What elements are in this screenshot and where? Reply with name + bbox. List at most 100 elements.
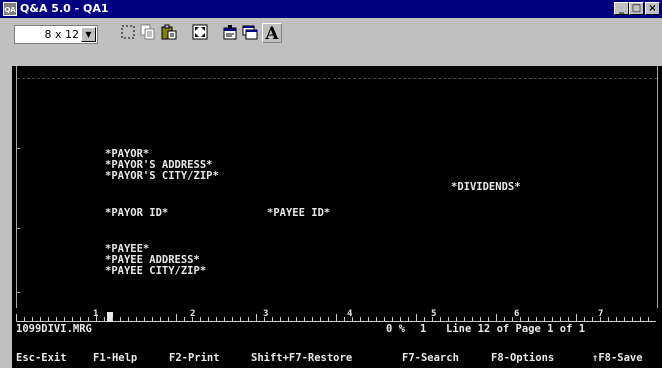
ruler-tick — [584, 317, 585, 321]
page-edge-mark — [16, 292, 20, 293]
f8-options-key[interactable]: F8-Options — [491, 353, 554, 364]
ruler-tick — [568, 317, 569, 321]
line-position-label: Line 12 of Page 1 of 1 — [446, 323, 586, 335]
ruler-tick — [288, 317, 289, 321]
ruler-tick — [632, 317, 633, 321]
ruler-tick — [528, 317, 529, 321]
ruler-tick — [536, 317, 537, 321]
font-size-value: 8 x 12 — [44, 28, 80, 41]
font-button[interactable]: A — [262, 23, 282, 44]
ruler-tick — [560, 317, 561, 321]
ruler-tick — [240, 317, 241, 321]
ruler-tick — [64, 317, 65, 321]
page-edge-mark — [16, 228, 20, 229]
percent-value: 1 — [420, 323, 427, 335]
minimize-button[interactable]: _ — [614, 2, 629, 15]
background-button[interactable] — [240, 23, 260, 43]
maximize-button[interactable]: □ — [629, 2, 644, 15]
ruler-tick — [40, 317, 41, 321]
ruler-tick — [600, 317, 601, 321]
ruler-tick — [128, 317, 129, 321]
ruler-tick — [488, 317, 489, 321]
ruler-number: 6 — [514, 309, 520, 319]
ruler-tick — [320, 317, 321, 321]
ruler-tick — [96, 314, 97, 321]
ruler-tick — [24, 317, 25, 321]
ruler-tick — [144, 317, 145, 321]
ruler-tick — [264, 317, 265, 321]
mark-button[interactable] — [118, 23, 138, 43]
fullscreen-button[interactable] — [190, 23, 210, 43]
ruler-tick — [480, 317, 481, 321]
ruler-tick — [16, 314, 17, 321]
copy-button[interactable] — [138, 23, 158, 43]
ruler-tick — [368, 317, 369, 321]
window-title: Q&A 5.0 - QA1 — [20, 2, 109, 15]
fullscreen-icon — [192, 24, 208, 40]
ruler-tick — [616, 317, 617, 321]
ruler-tick — [456, 317, 457, 321]
properties-button[interactable] — [220, 23, 240, 43]
ruler-tick — [216, 317, 217, 321]
ruler-tick — [112, 317, 113, 321]
toolbar: 8 x 12 ▼ A — [0, 18, 662, 66]
payor-city-zip-field[interactable]: *PAYOR'S CITY/ZIP* — [105, 171, 219, 182]
ruler-tick — [464, 317, 465, 321]
ruler-tick — [48, 317, 49, 321]
ruler-tick — [608, 317, 609, 321]
title-bar: QA Q&A 5.0 - QA1 _ □ × — [0, 0, 662, 18]
dividends-field[interactable]: *DIVIDENDS* — [451, 182, 521, 193]
ruler-tick — [416, 314, 417, 321]
ruler-tick — [32, 317, 33, 321]
ruler-tick — [552, 317, 553, 321]
ruler-tick — [160, 317, 161, 321]
shift-f7-restore-key[interactable]: Shift+F7-Restore — [251, 353, 352, 364]
ruler-tick — [248, 317, 249, 321]
ruler-tick — [88, 317, 89, 321]
f1-help-key[interactable]: F1-Help — [93, 353, 137, 364]
document-screen[interactable]: *PAYOR* *PAYOR'S ADDRESS* *PAYOR'S CITY/… — [12, 66, 662, 368]
font-size-select[interactable]: 8 x 12 ▼ — [14, 25, 98, 44]
ruler-tick — [256, 314, 257, 321]
properties-icon — [223, 25, 237, 40]
app-icon[interactable]: QA — [3, 2, 17, 16]
payor-id-field[interactable]: *PAYOR ID* — [105, 208, 168, 219]
ruler-tick — [624, 317, 625, 321]
paste-button[interactable] — [159, 23, 179, 43]
ruler-tick — [544, 317, 545, 321]
ruler-tick — [496, 314, 497, 321]
ruler-tick — [384, 317, 385, 321]
ruler-tick — [136, 317, 137, 321]
ruler-tick — [312, 317, 313, 321]
ruler-tick — [328, 317, 329, 321]
shift-f8-save-key[interactable]: ↑F8-Save — [592, 353, 643, 364]
ruler-tick — [472, 317, 473, 321]
payee-city-zip-field[interactable]: *PAYEE CITY/ZIP* — [105, 266, 206, 277]
ruler-tick — [200, 317, 201, 321]
ruler-tick — [392, 317, 393, 321]
ruler-tick — [272, 317, 273, 321]
esc-exit-key[interactable]: Esc-Exit — [16, 353, 67, 364]
close-button[interactable]: × — [645, 2, 660, 15]
ruler-tick — [648, 317, 649, 321]
ruler-tick — [120, 317, 121, 321]
ruler-tick — [152, 317, 153, 321]
ruler-tick — [440, 317, 441, 321]
chevron-down-icon[interactable]: ▼ — [81, 27, 96, 42]
ruler-tick — [56, 317, 57, 321]
f2-print-key[interactable]: F2-Print — [169, 353, 220, 364]
payee-id-field[interactable]: *PAYEE ID* — [267, 208, 330, 219]
percent-label: 0 % — [386, 323, 405, 335]
f7-search-key[interactable]: F7-Search — [402, 353, 459, 364]
ruler-tick — [408, 317, 409, 321]
ruler-tick — [376, 317, 377, 321]
ruler-tick — [208, 317, 209, 321]
ruler-tick — [336, 314, 337, 321]
document-page: *PAYOR* *PAYOR'S ADDRESS* *PAYOR'S CITY/… — [16, 66, 658, 308]
ruler-tick — [640, 317, 641, 321]
font-icon: A — [265, 24, 279, 44]
ruler-tick — [176, 314, 177, 321]
ruler-tick — [576, 314, 577, 321]
ruler-tick — [424, 317, 425, 321]
ruler: 1 2 3 4 5 6 7 — [16, 309, 656, 322]
